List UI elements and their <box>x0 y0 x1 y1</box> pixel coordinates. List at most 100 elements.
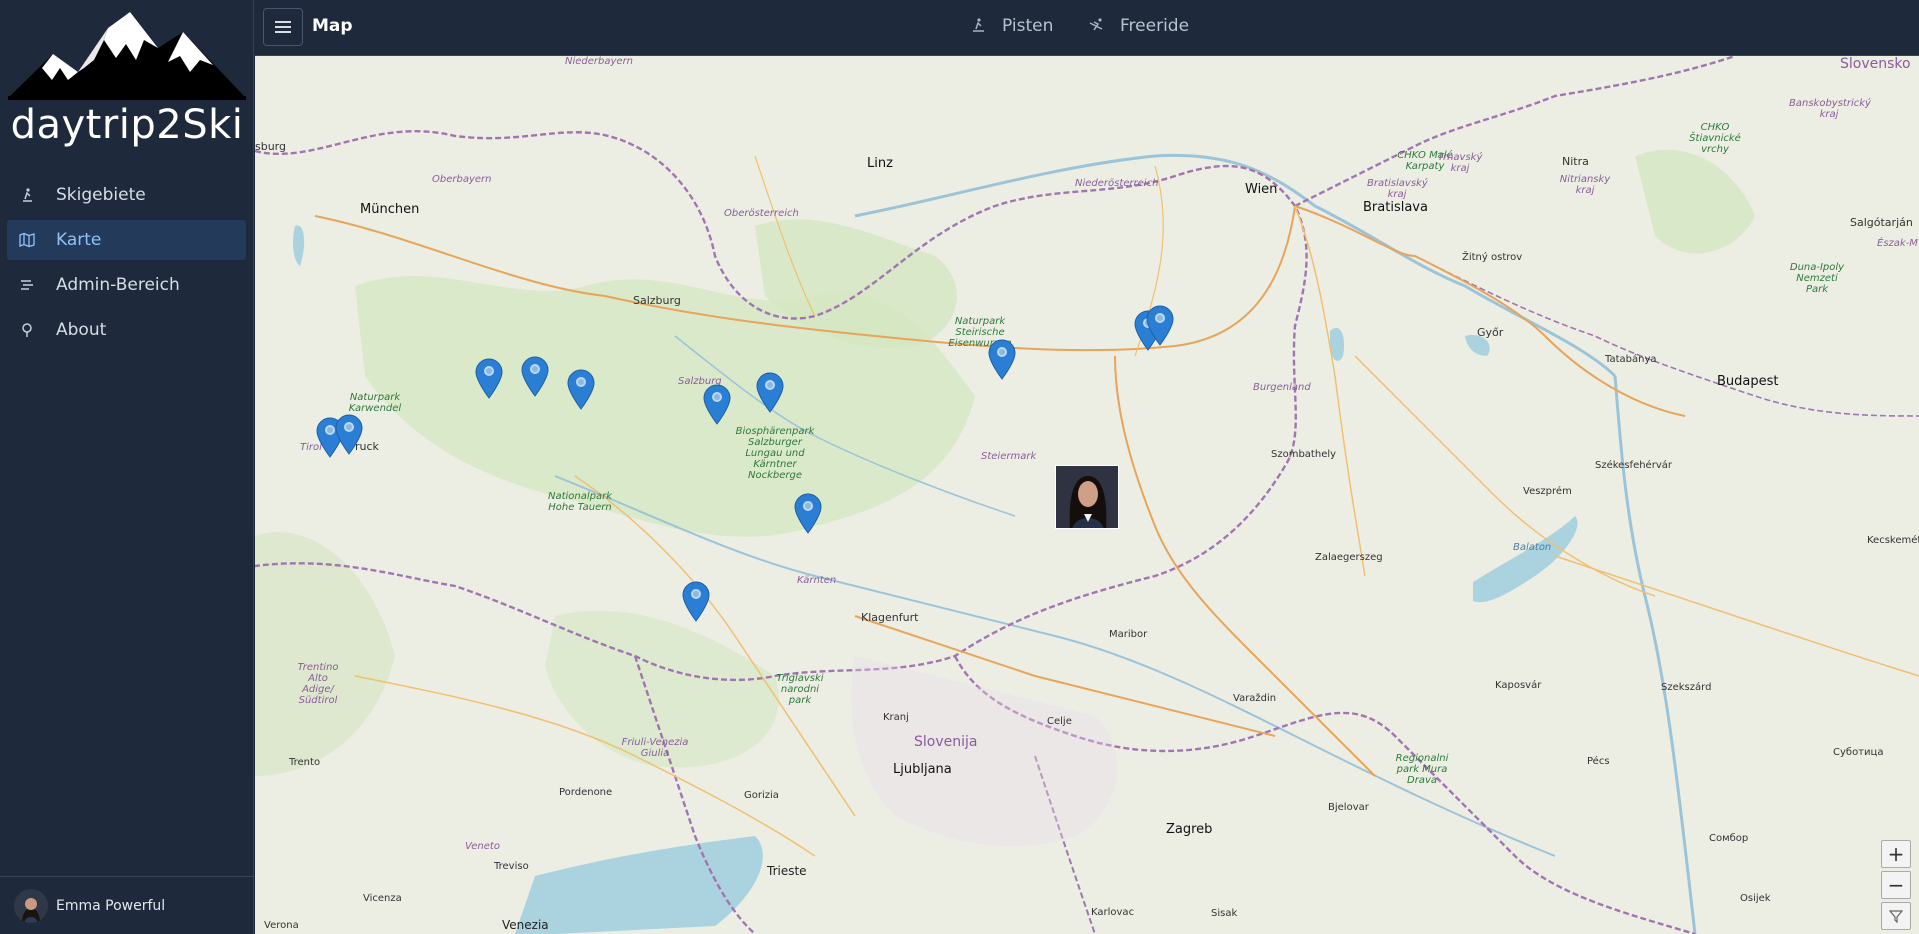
label-sisak: Sisak <box>1211 908 1238 919</box>
skier-icon <box>17 186 37 204</box>
label-tatabanya: Tatabánya <box>1605 354 1657 365</box>
label-oberbayern: Oberbayern <box>432 174 492 185</box>
label-trentino: Trentino Alto Adige/ Südtirol <box>297 662 339 706</box>
ski-resort-pin[interactable] <box>334 413 364 455</box>
ski-resort-pin[interactable] <box>702 383 732 425</box>
pisten-link[interactable]: Pisten <box>970 16 1053 36</box>
label-trnavsky: Trnavský kraj <box>1437 152 1483 174</box>
sidebar-nav: Skigebiete Karte Admin-Bereich About <box>7 175 246 355</box>
label-steiermark: Steiermark <box>981 451 1037 462</box>
sidebar-item-label: About <box>56 320 107 340</box>
ski-resort-pin[interactable] <box>987 338 1017 380</box>
sidebar-item-karte[interactable]: Karte <box>7 220 246 260</box>
label-naturpark-karwendel: Naturpark Karwendel <box>348 392 402 414</box>
ski-resort-pin[interactable] <box>1145 304 1175 346</box>
skier-icon <box>970 17 988 35</box>
label-kaposvar: Kaposvár <box>1495 680 1542 691</box>
ski-resort-pin[interactable] <box>755 371 785 413</box>
brand-title: daytrip2Ski <box>10 102 244 148</box>
label-slovenija: Slovenija <box>914 734 978 750</box>
label-trento: Trento <box>289 757 321 768</box>
label-wien: Wien <box>1245 182 1278 197</box>
label-niederbayern: Niederbayern <box>565 56 634 67</box>
ski-resort-pin[interactable] <box>681 580 711 622</box>
zoom-in-button[interactable]: + <box>1881 840 1911 868</box>
user-location-marker[interactable] <box>1055 465 1119 529</box>
label-venezia: Venezia <box>502 918 549 932</box>
label-triglavski: Triglavski narodni park <box>776 673 824 706</box>
sidebar-item-skigebiete[interactable]: Skigebiete <box>7 175 246 215</box>
freeride-label: Freeride <box>1120 16 1190 36</box>
label-nationalpark-hohe-tauern: Nationalpark Hohe Tauern <box>547 491 613 513</box>
label-kaernten: Kärnten <box>797 575 837 586</box>
label-bratislavsky: Bratislavský kraj <box>1367 178 1428 200</box>
ski-resort-pin[interactable] <box>566 368 596 410</box>
filter-button[interactable] <box>1881 902 1911 930</box>
page-title: Map <box>312 16 353 36</box>
label-zitny: Žitný ostrov <box>1462 252 1523 263</box>
ski-resort-pin[interactable] <box>793 492 823 534</box>
label-muenchen: München <box>360 202 420 217</box>
label-zagreb: Zagreb <box>1166 822 1213 837</box>
label-osijek: Osijek <box>1740 893 1771 904</box>
label-maribor: Maribor <box>1109 629 1148 640</box>
user-name: Emma Powerful <box>56 897 166 914</box>
label-regensburg: sburg <box>255 140 286 153</box>
label-friuli: Friuli-Venezia Giulia <box>621 737 689 759</box>
label-nitra: Nitra <box>1562 155 1589 168</box>
label-szekesfehervar: Székesfehérvár <box>1595 460 1672 471</box>
map-icon <box>17 231 37 249</box>
label-varazdin: Varaždin <box>1233 693 1277 704</box>
hamburger-icon <box>275 21 291 33</box>
label-bjelovar: Bjelovar <box>1328 802 1369 813</box>
app-root: daytrip2Ski Skigebiete Karte Admin-Berei… <box>0 0 1919 934</box>
zoom-out-button[interactable]: − <box>1881 871 1911 899</box>
sidebar-item-about[interactable]: About <box>7 310 246 350</box>
label-oberoesterreich: Oberösterreich <box>724 208 799 219</box>
ski-resort-pin[interactable] <box>520 355 550 397</box>
label-celje: Celje <box>1047 716 1072 727</box>
label-verona: Verona <box>264 920 299 931</box>
freeride-link[interactable]: Freeride <box>1088 16 1189 36</box>
label-niederoesterreich: Niederösterreich <box>1075 178 1159 189</box>
mountain-logo[interactable] <box>8 10 246 100</box>
label-duna-ipoly: Duna-Ipoly Nemzeti Park <box>1789 262 1845 295</box>
list-icon <box>17 276 37 294</box>
label-veneto: Veneto <box>465 841 500 852</box>
topbar: Map Pisten Freeride <box>255 0 1919 56</box>
map-view[interactable]: Niederbayern sburg Oberbayern München Li… <box>255 56 1919 934</box>
label-szombathely: Szombathely <box>1271 449 1337 460</box>
label-chko-stiavnicke: CHKO Štiavnické vrchy <box>1689 122 1741 155</box>
label-biosphaerenpark: Biosphärenpark Salzburger Lungau und Kär… <box>735 426 815 481</box>
sidebar-item-label: Admin-Bereich <box>56 275 180 295</box>
label-balaton: Balaton <box>1513 542 1552 553</box>
label-zalaegerszeg: Zalaegerszeg <box>1315 552 1383 563</box>
label-slovensko: Slovensko <box>1840 56 1911 72</box>
avatar <box>14 888 48 923</box>
label-kecskemet: Kecskemét <box>1867 535 1919 546</box>
ski-resort-pin[interactable] <box>474 357 504 399</box>
label-pecs: Pécs <box>1587 756 1610 767</box>
sidebar-item-label: Karte <box>56 230 102 250</box>
label-klagenfurt: Klagenfurt <box>861 611 919 624</box>
menu-toggle-button[interactable] <box>263 8 303 46</box>
label-regionalni-park: Regionalni park Mura Drava <box>1395 753 1449 786</box>
label-linz: Linz <box>867 156 893 171</box>
label-kranj: Kranj <box>883 712 909 723</box>
label-subotica: Суботица <box>1833 747 1884 758</box>
label-treviso: Treviso <box>494 861 529 872</box>
label-budapest: Budapest <box>1717 374 1779 389</box>
label-karlovac: Karlovac <box>1091 907 1135 918</box>
label-bratislava: Bratislava <box>1363 200 1428 215</box>
freeride-icon <box>1088 17 1106 35</box>
sidebar: daytrip2Ski Skigebiete Karte Admin-Berei… <box>0 0 254 934</box>
label-ljubljana: Ljubljana <box>893 762 952 777</box>
label-burgenland: Burgenland <box>1253 382 1311 393</box>
label-eszak: Észak-M <box>1877 238 1918 249</box>
label-szekszard: Szekszárd <box>1661 682 1712 693</box>
label-sombor: Сомбор <box>1709 833 1749 844</box>
user-profile[interactable]: Emma Powerful <box>0 876 254 934</box>
zoom-controls: + − <box>1881 840 1911 933</box>
label-pordenone: Pordenone <box>559 787 613 798</box>
sidebar-item-admin[interactable]: Admin-Bereich <box>7 265 246 305</box>
